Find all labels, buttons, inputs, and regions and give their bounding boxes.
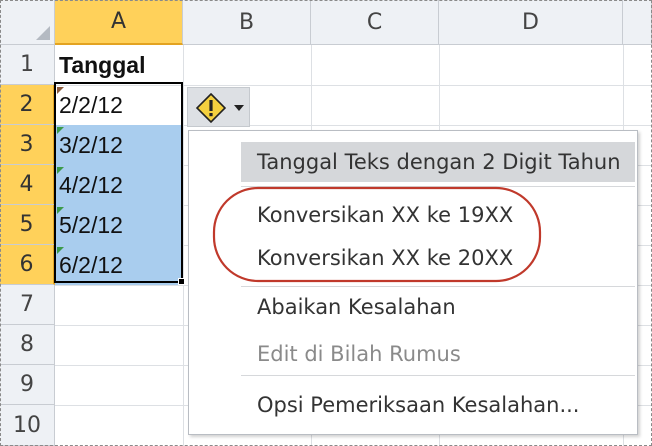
annotation-ellipse xyxy=(212,186,542,283)
